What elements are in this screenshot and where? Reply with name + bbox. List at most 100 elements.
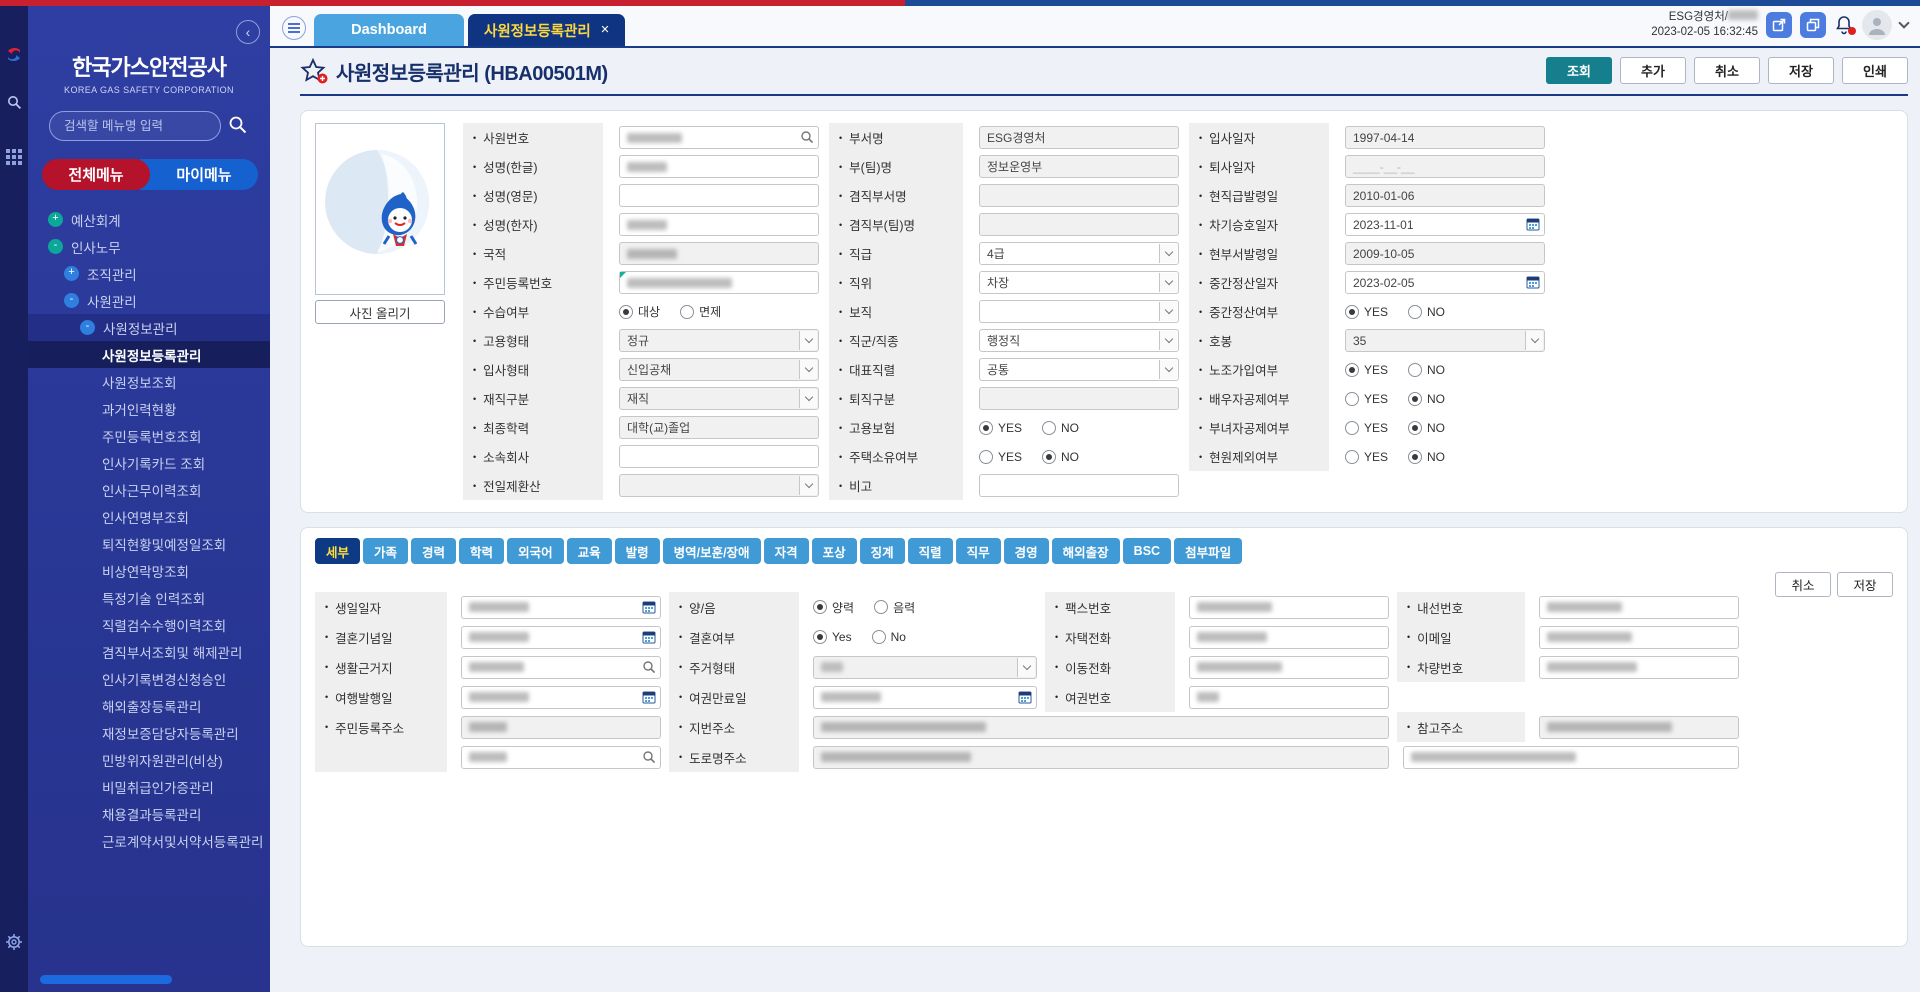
detail-tab[interactable]: 포상 — [812, 538, 857, 564]
radio-option[interactable]: YES — [979, 450, 1022, 464]
date-field[interactable] — [461, 626, 661, 649]
menu-button-all[interactable]: 전체메뉴 — [42, 159, 150, 190]
chevron-down-icon[interactable] — [799, 389, 817, 408]
detail-button-취소[interactable]: 취소 — [1775, 572, 1831, 597]
chevron-down-icon[interactable] — [1159, 331, 1177, 350]
action-button-인쇄[interactable]: 인쇄 — [1842, 57, 1908, 84]
radio-option[interactable]: NO — [1042, 450, 1079, 464]
detail-tab[interactable]: 직무 — [956, 538, 1001, 564]
sidebar-item[interactable]: 인사근무이력조회 — [28, 476, 270, 503]
avatar[interactable] — [1862, 10, 1892, 40]
action-button-저장[interactable]: 저장 — [1768, 57, 1834, 84]
radio-option[interactable]: YES — [1345, 421, 1388, 435]
select-field[interactable] — [813, 656, 1037, 679]
select-field[interactable]: 4급 — [979, 242, 1179, 265]
chevron-down-icon[interactable] — [1159, 360, 1177, 379]
collapse-minus-icon[interactable]: - — [48, 239, 63, 254]
sidebar-item[interactable]: 인사기록변경신청승인 — [28, 665, 270, 692]
radio-option[interactable]: 음력 — [874, 599, 915, 616]
calendar-icon[interactable] — [642, 600, 656, 614]
radio-option[interactable]: 면제 — [680, 303, 721, 320]
radio-option[interactable]: NO — [1408, 305, 1445, 319]
sidebar-item[interactable]: 해외출장등록관리 — [28, 692, 270, 719]
sidebar-item[interactable]: 근로계약서및서약서등록관리 — [28, 827, 270, 854]
detail-tab[interactable]: 해외출장 — [1052, 538, 1120, 564]
search-field[interactable] — [461, 746, 661, 769]
sidebar-item[interactable]: 겸직부서조회및 해제관리 — [28, 638, 270, 665]
chevron-down-icon[interactable] — [1525, 331, 1543, 350]
app-logo-icon[interactable] — [6, 46, 22, 69]
detail-tab[interactable]: 직렬 — [908, 538, 953, 564]
radio-option[interactable]: YES — [1345, 392, 1388, 406]
chevron-down-icon[interactable] — [799, 476, 817, 495]
action-button-조회[interactable]: 조회 — [1546, 57, 1612, 84]
sidebar-item[interactable]: +조직관리 — [28, 260, 270, 287]
detail-tab[interactable]: 경영 — [1004, 538, 1049, 564]
select-field[interactable]: 정규 — [619, 329, 819, 352]
sidebar-item[interactable]: 직렬검수수행이력조회 — [28, 611, 270, 638]
text-field[interactable] — [1189, 686, 1389, 709]
calendar-icon[interactable] — [1526, 275, 1540, 289]
duplicate-window-icon[interactable] — [1800, 12, 1826, 38]
text-field[interactable] — [1539, 596, 1739, 619]
select-field[interactable] — [979, 300, 1179, 323]
chevron-down-icon[interactable] — [1898, 17, 1909, 28]
date-field[interactable] — [813, 686, 1037, 709]
search-field[interactable] — [619, 126, 819, 149]
open-new-window-icon[interactable] — [1766, 12, 1792, 38]
sidebar-item[interactable]: 과거인력현황 — [28, 395, 270, 422]
chevron-down-icon[interactable] — [799, 331, 817, 350]
notification-bell-icon[interactable] — [1834, 15, 1854, 35]
tab-close-icon[interactable]: × — [601, 22, 609, 38]
detail-tab[interactable]: 외국어 — [507, 538, 564, 564]
sidebar-item[interactable]: -사원정보관리 — [28, 314, 270, 341]
detail-tab[interactable]: 학력 — [459, 538, 504, 564]
date-field[interactable]: 2023-11-01 — [1345, 213, 1545, 236]
action-button-취소[interactable]: 취소 — [1694, 57, 1760, 84]
sidebar-item[interactable]: 재정보증담당자등록관리 — [28, 719, 270, 746]
radio-option[interactable]: YES — [1345, 305, 1388, 319]
radio-option[interactable]: NO — [1408, 392, 1445, 406]
menu-button-my[interactable]: 마이메뉴 — [140, 159, 258, 190]
collapse-minus-icon[interactable]: - — [80, 320, 95, 335]
expand-plus-icon[interactable]: + — [64, 266, 79, 281]
chevron-down-icon[interactable] — [1159, 273, 1177, 292]
sidebar-item[interactable]: -사원관리 — [28, 287, 270, 314]
sidebar-item[interactable]: 사원정보조회 — [28, 368, 270, 395]
search-icon[interactable] — [800, 130, 814, 144]
text-field[interactable] — [619, 213, 819, 236]
photo-upload-button[interactable]: 사진 올리기 — [315, 300, 445, 324]
search-icon[interactable] — [642, 660, 656, 674]
radio-option[interactable]: 대상 — [619, 303, 660, 320]
action-button-추가[interactable]: 추가 — [1620, 57, 1686, 84]
detail-tab[interactable]: BSC — [1123, 538, 1171, 564]
detail-tab[interactable]: 경력 — [411, 538, 456, 564]
detail-tab[interactable]: 징계 — [860, 538, 905, 564]
favorite-star-icon[interactable] — [300, 58, 326, 84]
sidebar-item[interactable]: 비밀취급인가증관리 — [28, 773, 270, 800]
text-field[interactable] — [619, 271, 819, 294]
text-field[interactable] — [1189, 626, 1389, 649]
calendar-icon[interactable] — [1018, 690, 1032, 704]
sidebar-item[interactable]: 인사연명부조회 — [28, 503, 270, 530]
detail-tab[interactable]: 병역/보훈/장애 — [663, 538, 761, 564]
search-icon[interactable] — [227, 114, 249, 141]
sidebar-item[interactable]: -인사노무 — [28, 233, 270, 260]
search-field[interactable] — [461, 656, 661, 679]
calendar-icon[interactable] — [1526, 217, 1540, 231]
tab-dashboard[interactable]: Dashboard — [314, 14, 464, 46]
expand-plus-icon[interactable]: + — [48, 212, 63, 227]
menu-search-input[interactable] — [49, 111, 221, 141]
radio-option[interactable]: YES — [979, 421, 1022, 435]
apps-grid-icon[interactable] — [6, 149, 22, 165]
settings-gear-icon[interactable] — [5, 933, 23, 956]
detail-tab[interactable]: 자격 — [764, 538, 809, 564]
text-field[interactable] — [1189, 596, 1389, 619]
detail-tab[interactable]: 첨부파일 — [1174, 538, 1242, 564]
select-field[interactable]: 행정직 — [979, 329, 1179, 352]
radio-option[interactable]: NO — [1408, 450, 1445, 464]
chevron-down-icon[interactable] — [1159, 302, 1177, 321]
detail-tab[interactable]: 발령 — [615, 538, 660, 564]
text-field[interactable] — [619, 155, 819, 178]
radio-option[interactable]: NO — [1408, 421, 1445, 435]
